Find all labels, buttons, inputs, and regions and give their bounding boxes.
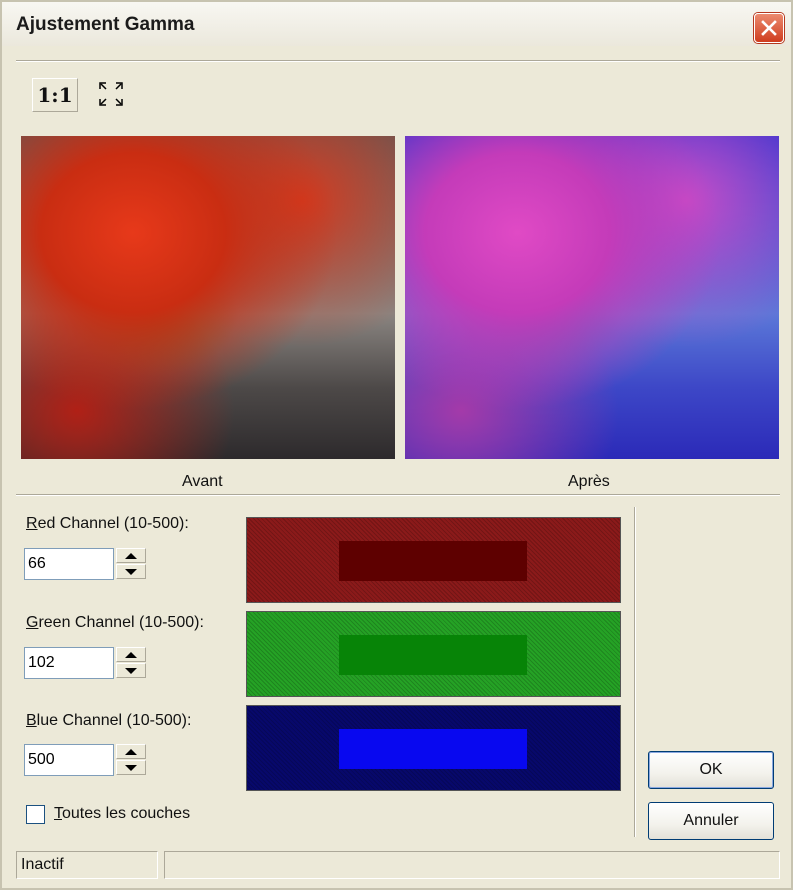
- zoom-fit-button[interactable]: [98, 81, 124, 107]
- blue-spin-up-button[interactable]: [116, 744, 146, 759]
- ok-button[interactable]: OK: [648, 751, 774, 789]
- status-text: Inactif: [16, 851, 158, 879]
- blue-spin-down-button[interactable]: [116, 760, 146, 775]
- arrow-down-icon: [125, 569, 137, 575]
- close-button[interactable]: [754, 13, 784, 43]
- divider: [16, 494, 780, 496]
- blue-channel-spinner[interactable]: [116, 744, 146, 776]
- before-preview-image: [21, 136, 395, 459]
- green-channel-swatch: [246, 611, 621, 697]
- red-channel-input[interactable]: 66: [24, 548, 114, 580]
- arrow-down-icon: [125, 765, 137, 771]
- blue-channel-swatch-inner: [339, 729, 527, 769]
- red-spin-up-button[interactable]: [116, 548, 146, 563]
- red-channel-label: Red Channel (10-500):: [26, 515, 189, 532]
- all-layers-label[interactable]: Toutes les couches: [54, 805, 190, 823]
- red-channel-spinner[interactable]: [116, 548, 146, 580]
- zoom-actual-size-button[interactable]: 1:1: [32, 78, 78, 112]
- divider-vertical: [634, 507, 636, 837]
- arrow-up-icon: [125, 553, 137, 559]
- red-channel-swatch: [246, 517, 621, 603]
- red-spin-down-button[interactable]: [116, 564, 146, 579]
- green-channel-spinner[interactable]: [116, 647, 146, 679]
- gamma-dialog: Ajustement Gamma 1:1 Avant Après Red Cha…: [0, 0, 793, 890]
- after-caption: Après: [568, 473, 610, 490]
- green-channel-swatch-inner: [339, 635, 527, 675]
- arrow-up-icon: [125, 652, 137, 658]
- green-channel-label: Green Channel (10-500):: [26, 614, 204, 631]
- after-preview-image: [405, 136, 779, 459]
- status-detail: [164, 851, 780, 879]
- fit-window-icon: [99, 82, 123, 106]
- green-spin-up-button[interactable]: [116, 647, 146, 662]
- title-bar[interactable]: Ajustement Gamma: [2, 2, 791, 46]
- dialog-title: Ajustement Gamma: [16, 14, 195, 35]
- all-layers-checkbox[interactable]: [26, 805, 45, 824]
- blue-channel-label: Blue Channel (10-500):: [26, 712, 192, 729]
- blue-channel-input[interactable]: 500: [24, 744, 114, 776]
- close-icon: [761, 20, 777, 36]
- cancel-button[interactable]: Annuler: [648, 802, 774, 840]
- before-caption: Avant: [182, 473, 223, 490]
- blue-channel-swatch: [246, 705, 621, 791]
- green-spin-down-button[interactable]: [116, 663, 146, 678]
- green-channel-input[interactable]: 102: [24, 647, 114, 679]
- preview-toolbar: 1:1: [16, 60, 780, 121]
- arrow-down-icon: [125, 668, 137, 674]
- arrow-up-icon: [125, 749, 137, 755]
- red-channel-swatch-inner: [339, 541, 527, 581]
